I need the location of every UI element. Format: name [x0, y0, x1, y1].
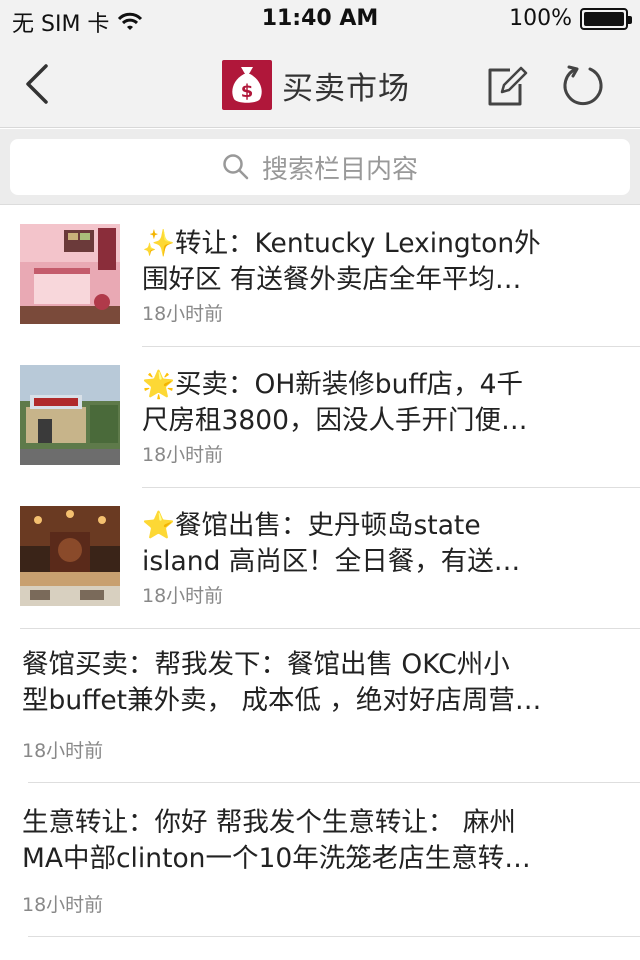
post-thumbnail-image — [20, 506, 120, 606]
battery-percent: 100% — [509, 6, 572, 31]
post-time: 18小时前 — [142, 303, 224, 325]
battery-icon — [580, 7, 632, 30]
post-title-line: 尺房租3800，因没人手开门便… — [142, 405, 528, 436]
back-button[interactable] — [18, 62, 58, 106]
post-title: ⭐餐馆出售：史丹顿岛state island 高尚区！全日餐，有送… — [142, 508, 600, 580]
status-right: 100% — [509, 6, 632, 31]
post-title-line: 围好区 有送餐外卖店全年平均… — [142, 264, 522, 295]
refresh-button[interactable] — [560, 62, 606, 108]
list-item[interactable]: ⭐餐馆出售：史丹顿岛state island 高尚区！全日餐，有送… 18小时前 — [0, 488, 640, 629]
post-title-line: MA中部clinton一个10年洗笼老店生意转… — [22, 843, 531, 874]
post-title: 生意转让：你好 帮我发个生意转让： 麻州 MA中部clinton一个10年洗笼老… — [22, 805, 622, 877]
post-title-line: 生意转让：你好 帮我发个生意转让： 麻州 — [22, 807, 516, 838]
page-title: 买卖市场 — [282, 70, 410, 107]
post-title-line: 型buffet兼外卖， 成本低 ，绝对好店周营… — [22, 685, 542, 716]
post-title-line: ✨转让：Kentucky Lexington外 — [142, 228, 541, 259]
post-time: 18小时前 — [22, 740, 104, 762]
post-time: 18小时前 — [142, 444, 224, 466]
list-item[interactable]: 生意转让：你好 帮我发个生意转让： 麻州 MA中部clinton一个10年洗笼老… — [0, 783, 640, 937]
money-bag-icon: $ — [222, 60, 272, 110]
post-title: 🌟买卖：OH新装修buff店，4千 尺房租3800，因没人手开门便… — [142, 367, 600, 439]
list-item[interactable]: ✨转让：Kentucky Lexington外 围好区 有送餐外卖店全年平均… … — [0, 206, 640, 347]
nav-title-group: $ 买卖市场 — [222, 60, 410, 110]
post-time: 18小时前 — [142, 585, 224, 607]
divider — [28, 936, 640, 937]
list-item[interactable]: 🌟买卖：OH新装修buff店，4千 尺房租3800，因没人手开门便… 18小时前 — [0, 347, 640, 488]
post-title-line: island 高尚区！全日餐，有送… — [142, 546, 521, 577]
compose-button[interactable] — [484, 64, 528, 108]
post-thumbnail-image — [20, 224, 120, 324]
post-title-line: 🌟买卖：OH新装修buff店，4千 — [142, 369, 524, 400]
refresh-icon — [563, 65, 603, 106]
post-thumbnail-image — [20, 365, 120, 465]
chevron-left-icon — [26, 64, 48, 104]
search-area: 搜索栏目内容 — [0, 129, 640, 205]
post-title: 餐馆买卖：帮我发下：餐馆出售 OKC州小 型buffet兼外卖， 成本低 ，绝对… — [22, 647, 622, 719]
nav-bar: $ 买卖市场 — [0, 40, 640, 128]
battery-level — [584, 11, 624, 26]
search-input[interactable]: 搜索栏目内容 — [10, 139, 630, 195]
search-icon — [223, 154, 249, 180]
svg-text:$: $ — [241, 81, 254, 102]
post-title-line: ⭐餐馆出售：史丹顿岛state — [142, 510, 481, 541]
status-bar: 无 SIM 卡 11:40 AM 100% — [0, 0, 640, 40]
list-item[interactable]: 餐馆买卖：帮我发下：餐馆出售 OKC州小 型buffet兼外卖， 成本低 ，绝对… — [0, 629, 640, 783]
post-time: 18小时前 — [22, 894, 104, 916]
compose-icon — [488, 66, 528, 106]
post-title-line: 餐馆买卖：帮我发下：餐馆出售 OKC州小 — [22, 649, 510, 680]
post-title: ✨转让：Kentucky Lexington外 围好区 有送餐外卖店全年平均… — [142, 226, 600, 298]
search-placeholder: 搜索栏目内容 — [261, 154, 418, 185]
